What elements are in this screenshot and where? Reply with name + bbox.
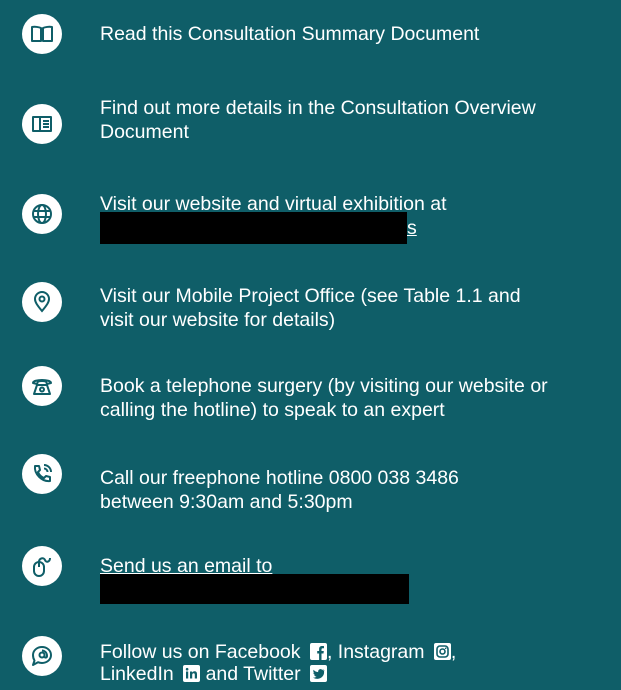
globe-icon [22,194,62,234]
item-text-line1: Find out more details in the Consultatio… [100,97,536,119]
location-pin-icon [22,282,62,322]
item-text-line1: Visit our Mobile Project Office (see Tab… [100,285,521,307]
hotline-text: Call our freephone hotline [100,467,329,489]
hotline-hours: between 9:30am and 5:30pm [100,491,353,513]
instagram-icon[interactable] [433,643,451,660]
document-book-icon [22,104,62,144]
hotline-number[interactable]: 0800 038 3486 [329,467,459,489]
linkedin-icon[interactable] [183,665,201,682]
website-link[interactable]: s [407,217,417,239]
redacted-email[interactable] [100,574,409,604]
twitter-text: and Twitter [200,663,301,685]
item-text-line1: Book a telephone surgery (by visiting ou… [100,375,548,397]
chat-at-icon [22,636,62,676]
telephone-icon [22,366,62,406]
item-text-line2: calling the hotline) to speak to an expe… [100,399,445,421]
instagram-text: , Instagram [326,641,425,663]
item-text: Read this Consultation Summary Document [100,23,480,45]
linkedin-text: LinkedIn [100,663,174,685]
mouse-icon [22,546,62,586]
redacted-url [100,212,407,244]
comma: , [450,641,457,663]
item-text-line2: visit our website for details) [100,309,336,331]
facebook-icon[interactable] [309,643,327,660]
follow-text: Follow us on Facebook [100,641,301,663]
open-book-icon [22,14,62,54]
phone-call-icon [22,454,62,494]
item-text-line2: Document [100,121,189,143]
twitter-icon[interactable] [310,665,328,682]
